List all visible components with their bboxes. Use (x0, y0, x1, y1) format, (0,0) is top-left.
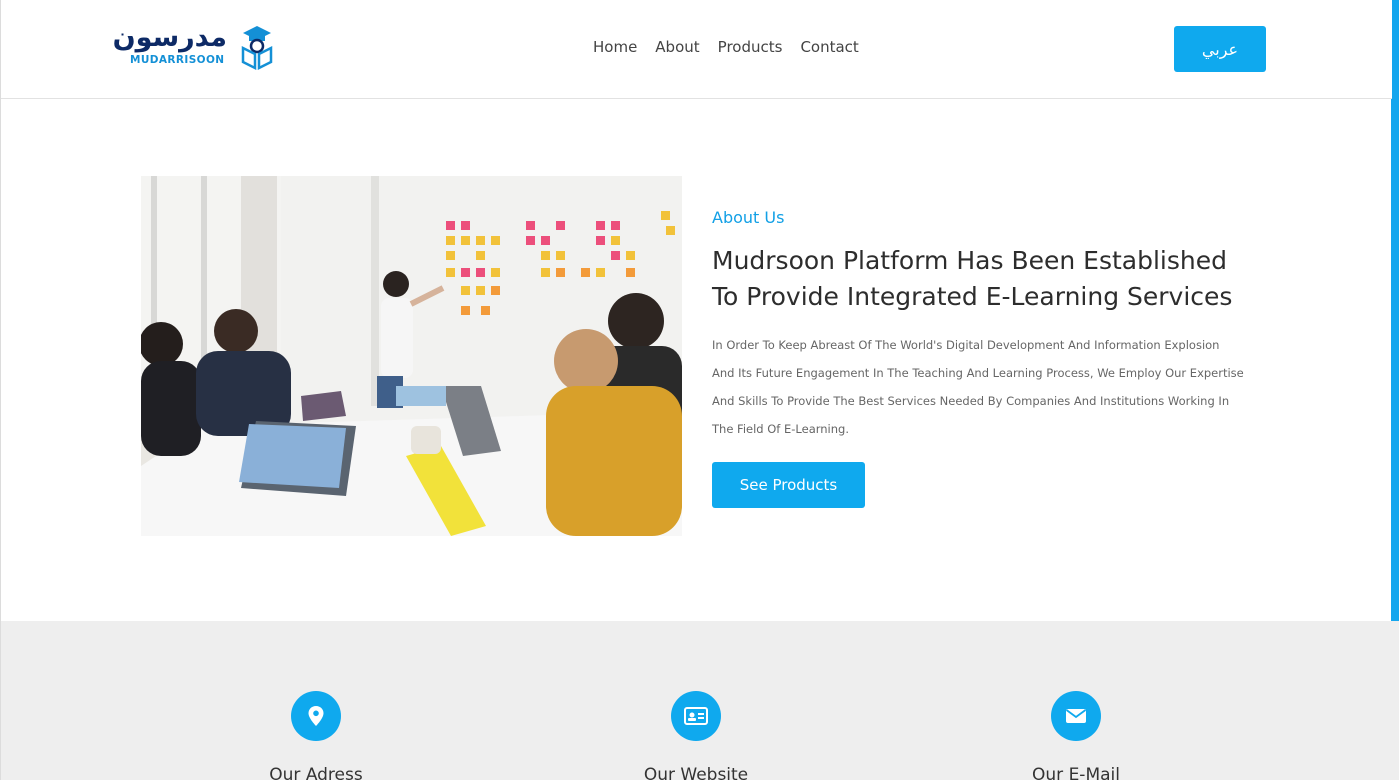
contact-item-website[interactable]: Our Website (586, 691, 806, 780)
contact-label-address: Our Adress (269, 765, 363, 780)
contact-item-address[interactable]: Our Adress (206, 691, 426, 780)
site-header: مدرسون MUDARRISOON Home About Products C… (1, 0, 1392, 99)
contact-label-email: Our E-Mail (1032, 765, 1120, 780)
headline-line-1: Mudrsoon Platform Has Been Established (712, 246, 1227, 275)
email-icon-circle (1051, 691, 1101, 741)
contact-label-website: Our Website (643, 765, 749, 780)
map-pin-icon (308, 706, 324, 726)
logo-arabic-text: مدرسون (112, 22, 227, 53)
nav-about[interactable]: About (655, 38, 699, 56)
contact-section: Our Adress Our Website Our E-Mail (1, 621, 1399, 780)
office-meeting-illustration (141, 176, 682, 536)
nav-home[interactable]: Home (593, 38, 637, 56)
description-line-4: The Field Of E-Learning. (712, 422, 849, 436)
about-eyebrow: About Us (712, 208, 785, 227)
address-icon-circle (291, 691, 341, 741)
description-line-3: And Skills To Provide The Best Services … (712, 394, 1230, 408)
id-card-icon (684, 707, 708, 725)
logo-english-text: MUDARRISOON (130, 54, 225, 66)
about-description: In Order To Keep Abreast Of The World's … (712, 331, 1257, 443)
about-photo (141, 176, 682, 536)
description-line-1: In Order To Keep Abreast Of The World's … (712, 338, 1220, 352)
nav-products[interactable]: Products (718, 38, 783, 56)
see-products-button[interactable]: See Products (712, 462, 865, 508)
scrollbar[interactable] (1391, 0, 1399, 624)
about-headline: Mudrsoon Platform Has Been Established T… (712, 243, 1272, 315)
about-section: About Us Mudrsoon Platform Has Been Esta… (712, 206, 1272, 443)
nav-contact[interactable]: Contact (800, 38, 858, 56)
envelope-icon (1065, 709, 1087, 723)
contact-item-email[interactable]: Our E-Mail (966, 691, 1186, 780)
brand-logo[interactable]: مدرسون MUDARRISOON (112, 22, 279, 72)
description-line-2: And Its Future Engagement In The Teachin… (712, 366, 1244, 380)
language-toggle-button[interactable]: عربي (1174, 26, 1266, 72)
main-nav: Home About Products Contact (593, 38, 877, 56)
graduation-cap-icon (241, 26, 273, 70)
website-icon-circle (671, 691, 721, 741)
headline-line-2: To Provide Integrated E-Learning Service… (712, 282, 1233, 311)
